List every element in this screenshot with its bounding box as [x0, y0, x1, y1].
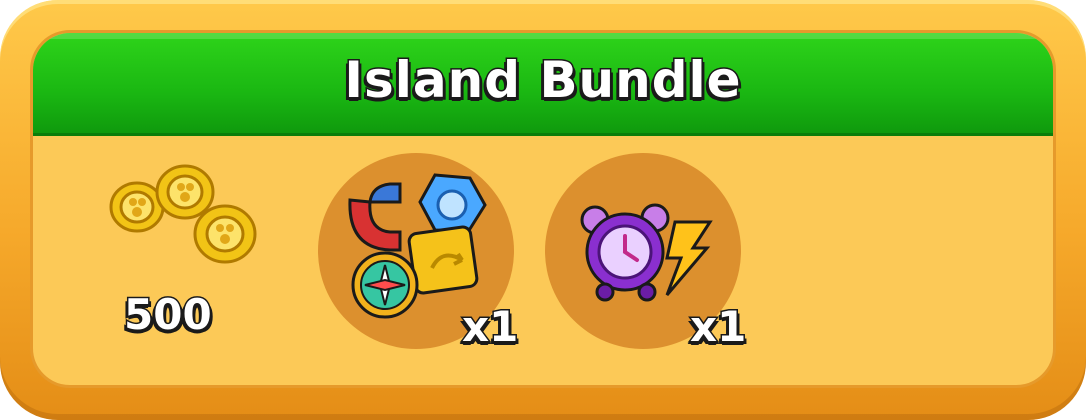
coins-icon	[109, 164, 257, 264]
bundle-header: Island Bundle	[33, 33, 1053, 136]
item-2-amount: x1	[688, 301, 747, 353]
bundle-card[interactable]: Island Bundle 500 x1 x1	[0, 0, 1086, 420]
item-1-amount: x1	[460, 301, 519, 353]
alarm-clock-lightning-icon	[580, 203, 713, 302]
bundle-title: Island Bundle	[343, 50, 742, 111]
coins-amount: 500	[123, 289, 214, 341]
